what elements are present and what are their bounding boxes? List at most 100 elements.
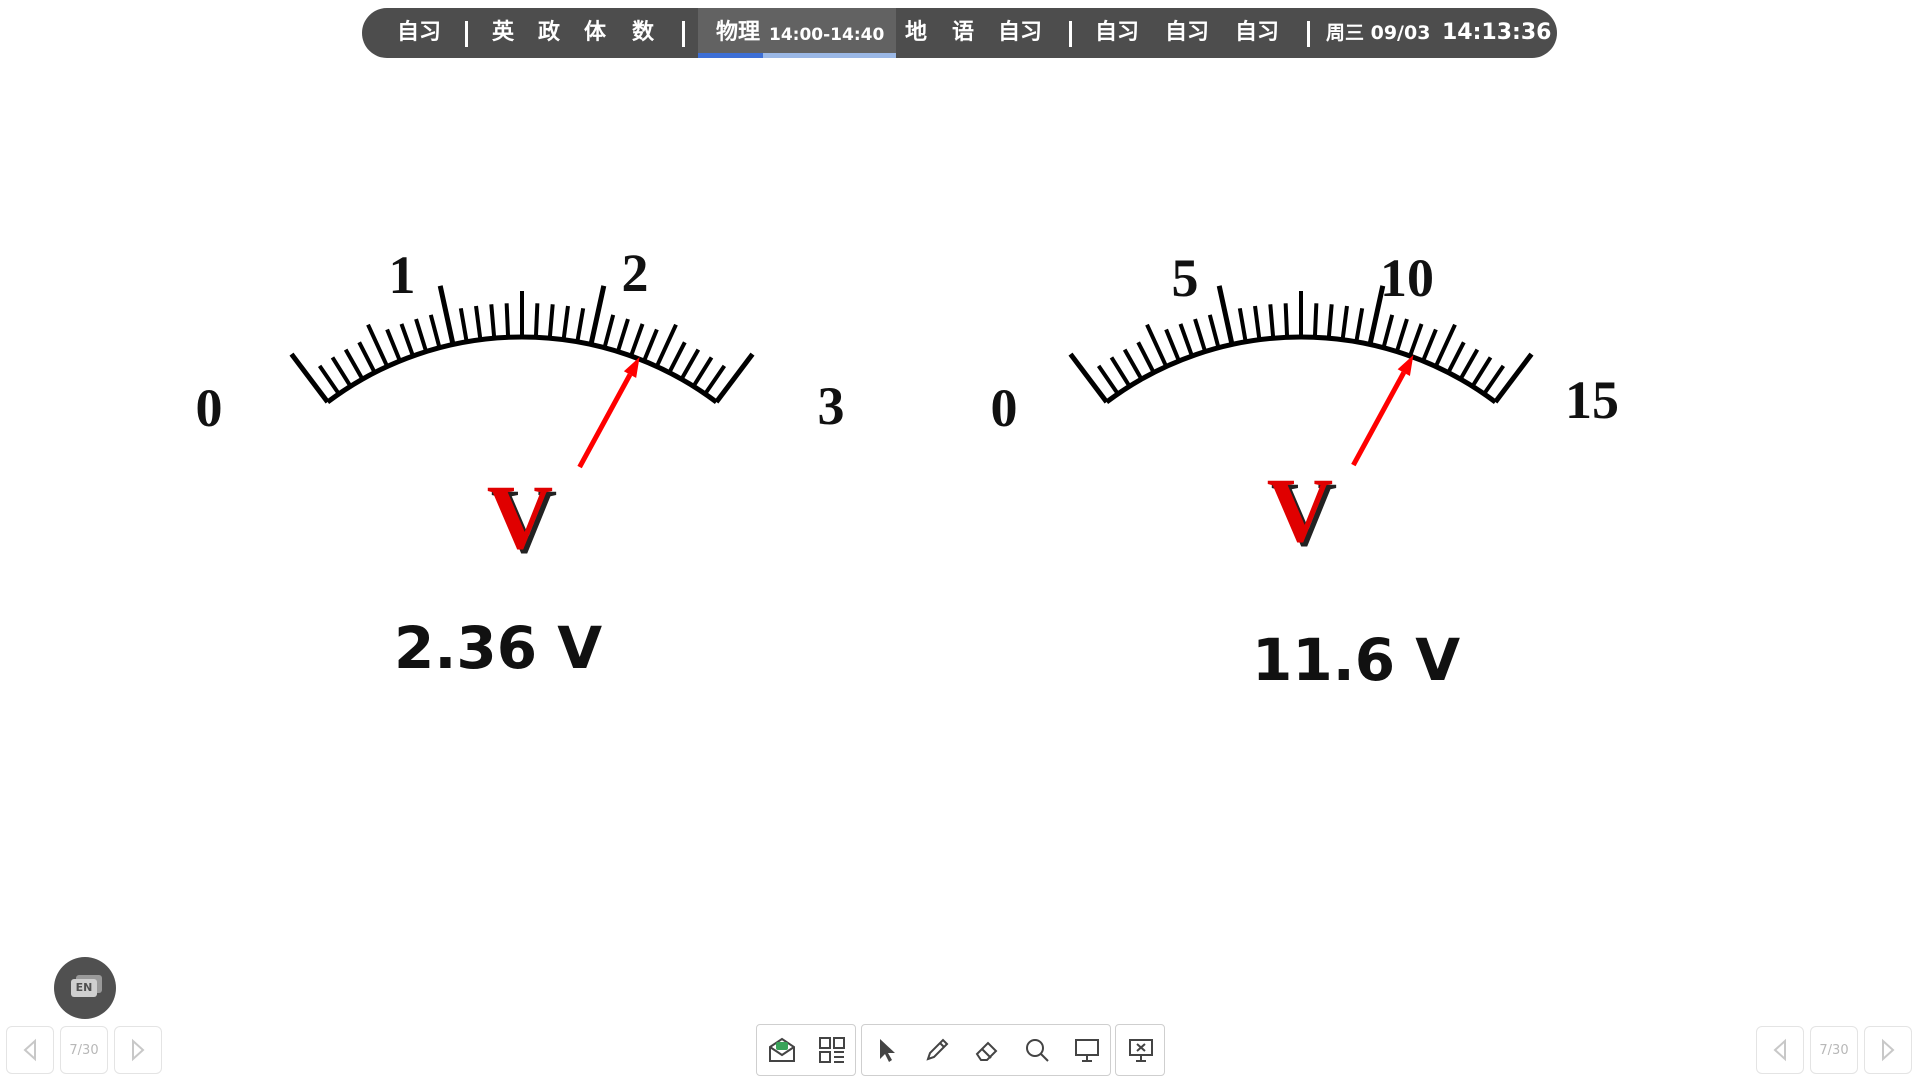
minor-tick bbox=[1136, 341, 1156, 374]
minor-tick bbox=[458, 307, 469, 343]
voltmeter-15v: 0 5 10 15 V V bbox=[991, 248, 1620, 565]
scale-label: 10 bbox=[1380, 248, 1434, 308]
next-page-button[interactable] bbox=[114, 1026, 162, 1074]
screen-tool-button[interactable] bbox=[1062, 1025, 1112, 1075]
chevron-left-icon bbox=[1773, 1038, 1786, 1062]
major-tick bbox=[437, 285, 456, 345]
dial-arc bbox=[1105, 334, 1497, 405]
apps-tool-button[interactable] bbox=[807, 1025, 857, 1075]
minor-tick bbox=[547, 304, 555, 339]
minor-tick bbox=[399, 323, 415, 357]
minor-tick bbox=[1207, 314, 1221, 349]
major-tick bbox=[714, 352, 755, 404]
minor-tick bbox=[1109, 356, 1132, 388]
mail-tool-button[interactable] bbox=[757, 1025, 807, 1075]
pen-icon bbox=[926, 1038, 949, 1061]
minor-tick bbox=[679, 348, 701, 381]
pointer-arrowhead bbox=[1397, 355, 1414, 376]
scale-ticks bbox=[289, 285, 755, 405]
voltmeter-3v: 0 1 2 3 V V bbox=[196, 243, 845, 572]
minor-tick bbox=[629, 323, 645, 357]
zoom-tool-button[interactable] bbox=[1012, 1025, 1062, 1075]
prev-page-button[interactable] bbox=[6, 1026, 54, 1074]
minor-tick bbox=[474, 305, 483, 340]
major-tick bbox=[289, 352, 330, 404]
minor-tick bbox=[667, 341, 687, 374]
minor-tick bbox=[1268, 304, 1276, 339]
minor-tick bbox=[317, 364, 341, 396]
minor-tick bbox=[1237, 307, 1248, 343]
minor-tick bbox=[1482, 364, 1506, 396]
minor-tick bbox=[343, 348, 365, 381]
unit-symbol: V bbox=[1267, 459, 1333, 561]
language-switch-button[interactable]: EN bbox=[54, 957, 116, 1019]
minor-tick bbox=[1458, 348, 1480, 381]
scale-label: 5 bbox=[1172, 248, 1199, 308]
scale-label: 15 bbox=[1565, 370, 1619, 430]
minor-tick bbox=[642, 328, 659, 362]
minor-tick bbox=[1421, 328, 1438, 362]
pointer-arrowhead bbox=[623, 357, 640, 378]
minor-tick bbox=[1193, 318, 1208, 353]
end-show-button[interactable] bbox=[1116, 1025, 1166, 1075]
minor-tick bbox=[691, 356, 714, 388]
search-icon bbox=[1026, 1039, 1049, 1062]
slide-canvas: 0 1 2 3 V V 0 5 10 15 V V bbox=[196, 243, 1620, 572]
select-tool-button[interactable] bbox=[862, 1025, 912, 1075]
screen-icon bbox=[1075, 1039, 1099, 1062]
meter-reading: 2.36 V bbox=[394, 614, 603, 682]
minor-tick bbox=[1122, 348, 1144, 381]
pointer-needle bbox=[1351, 371, 1406, 467]
minor-tick bbox=[615, 318, 630, 353]
meter-reading: 11.6 V bbox=[1252, 626, 1461, 694]
toolbar-group-main bbox=[861, 1024, 1111, 1076]
pen-tool-button[interactable] bbox=[912, 1025, 962, 1075]
close-screen-icon bbox=[1129, 1039, 1153, 1062]
page-indicator-right: 7/30 bbox=[1810, 1026, 1858, 1074]
minor-tick bbox=[1340, 305, 1349, 340]
minor-tick bbox=[1433, 323, 1457, 368]
eraser-tool-button[interactable] bbox=[962, 1025, 1012, 1075]
next-page-button-right[interactable] bbox=[1864, 1026, 1912, 1074]
scale-label: 2 bbox=[622, 243, 649, 303]
prev-page-button-right[interactable] bbox=[1756, 1026, 1804, 1074]
chevron-right-icon bbox=[1882, 1038, 1895, 1062]
unit-symbol: V bbox=[487, 466, 553, 568]
minor-tick bbox=[1408, 323, 1424, 357]
minor-tick bbox=[1178, 323, 1194, 357]
scale-label: 0 bbox=[991, 378, 1018, 438]
toolbar-group-right bbox=[1115, 1024, 1165, 1076]
minor-tick bbox=[703, 364, 727, 396]
scale-label: 1 bbox=[389, 245, 416, 305]
qr-grid-icon bbox=[819, 1037, 845, 1063]
minor-tick bbox=[385, 328, 402, 362]
pointer-icon bbox=[880, 1039, 895, 1062]
pointer-needle bbox=[577, 373, 633, 469]
minor-tick bbox=[1096, 364, 1120, 396]
minor-tick bbox=[1394, 318, 1409, 353]
scale-label: 3 bbox=[818, 376, 845, 436]
minor-tick bbox=[1145, 323, 1169, 368]
minor-tick bbox=[366, 323, 390, 368]
minor-tick bbox=[428, 314, 442, 349]
major-tick bbox=[1216, 285, 1235, 345]
minor-tick bbox=[575, 307, 586, 343]
language-label: EN bbox=[71, 979, 97, 997]
minor-tick bbox=[414, 318, 429, 353]
minor-tick bbox=[1164, 328, 1181, 362]
minor-tick bbox=[1326, 304, 1334, 339]
eraser-icon bbox=[975, 1041, 998, 1061]
page-indicator: 7/30 bbox=[60, 1026, 108, 1074]
minor-tick bbox=[654, 323, 678, 368]
toolbar-group-left bbox=[756, 1024, 856, 1076]
major-tick bbox=[1068, 352, 1109, 404]
minor-tick bbox=[533, 303, 540, 338]
minor-tick bbox=[561, 305, 570, 340]
scale-label: 0 bbox=[196, 378, 223, 438]
minor-tick bbox=[1446, 341, 1466, 374]
minor-tick bbox=[357, 341, 377, 374]
chevron-left-icon bbox=[23, 1038, 36, 1062]
major-tick bbox=[1493, 352, 1534, 404]
major-tick bbox=[588, 285, 607, 345]
scale-ticks bbox=[1068, 285, 1534, 405]
